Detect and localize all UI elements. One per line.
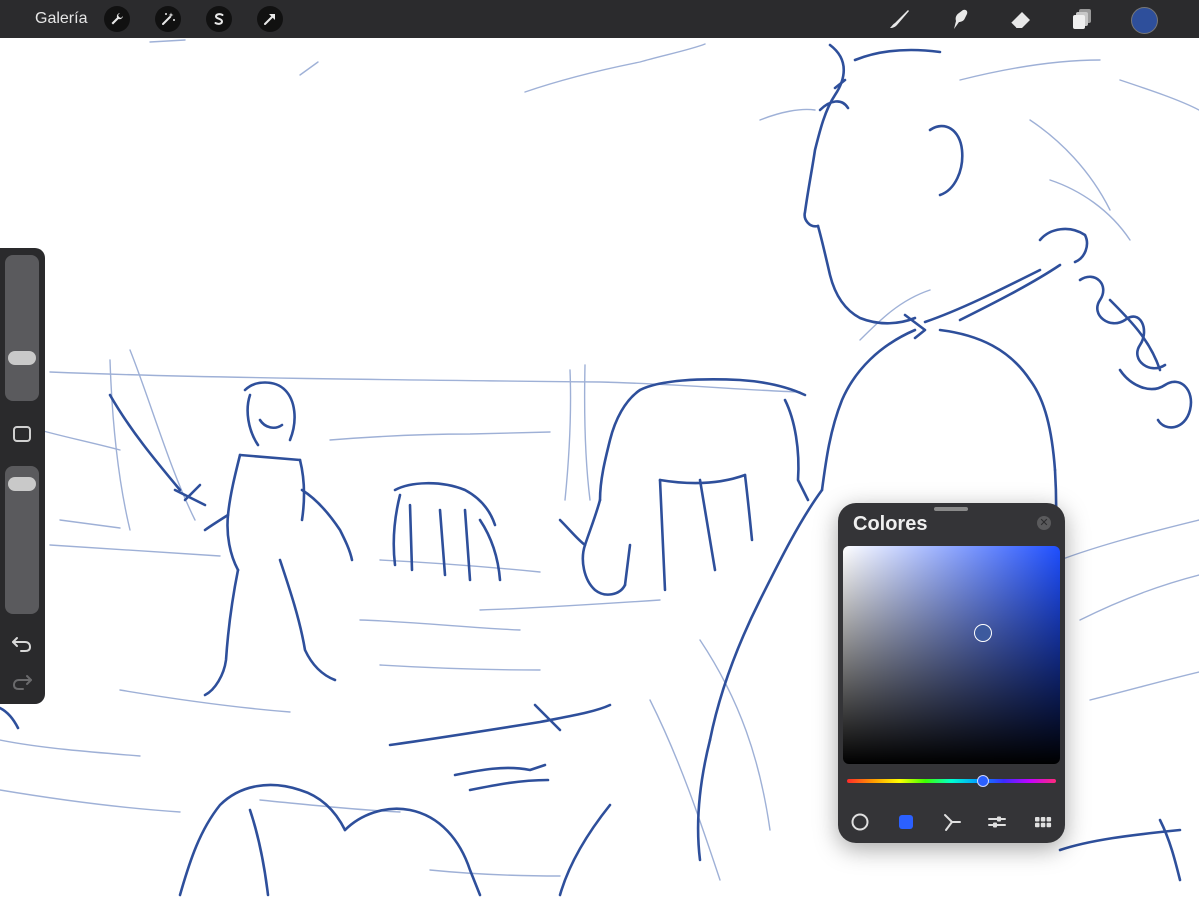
brush-size-slider[interactable] [5,255,39,401]
hue-thumb[interactable] [977,775,989,787]
panel-grabber[interactable] [934,507,968,511]
palettes-icon[interactable] [1032,812,1054,832]
eraser-icon[interactable] [1007,6,1035,32]
color-panel: Colores ✕ [838,503,1065,843]
left-sidebar [0,248,45,704]
classic-icon[interactable] [895,812,917,832]
wrench-icon[interactable] [104,6,130,32]
disc-icon[interactable] [849,812,871,832]
value-icon[interactable] [986,812,1008,832]
transform-arrow-icon[interactable] [257,6,283,32]
gallery-button[interactable]: Galería [35,10,87,28]
modify-square-icon[interactable] [13,426,31,442]
magic-wand-icon[interactable] [155,6,181,32]
close-icon[interactable]: ✕ [1037,516,1051,530]
layers-icon[interactable] [1068,6,1096,32]
opacity-thumb[interactable] [8,477,36,491]
selection-icon[interactable] [206,6,232,32]
smudge-icon[interactable] [946,6,974,32]
harmony-icon[interactable] [941,812,963,832]
brush-size-thumb[interactable] [8,351,36,365]
redo-icon[interactable] [11,672,33,692]
current-color-swatch[interactable] [1131,7,1158,34]
brush-icon[interactable] [885,6,913,32]
undo-icon[interactable] [11,634,33,654]
top-toolbar: Galería [0,0,1199,38]
saturation-value-picker[interactable] [843,546,1060,764]
color-cursor[interactable] [974,624,992,642]
panel-title: Colores [853,513,928,535]
hue-slider[interactable] [847,779,1056,783]
opacity-slider[interactable] [5,466,39,614]
